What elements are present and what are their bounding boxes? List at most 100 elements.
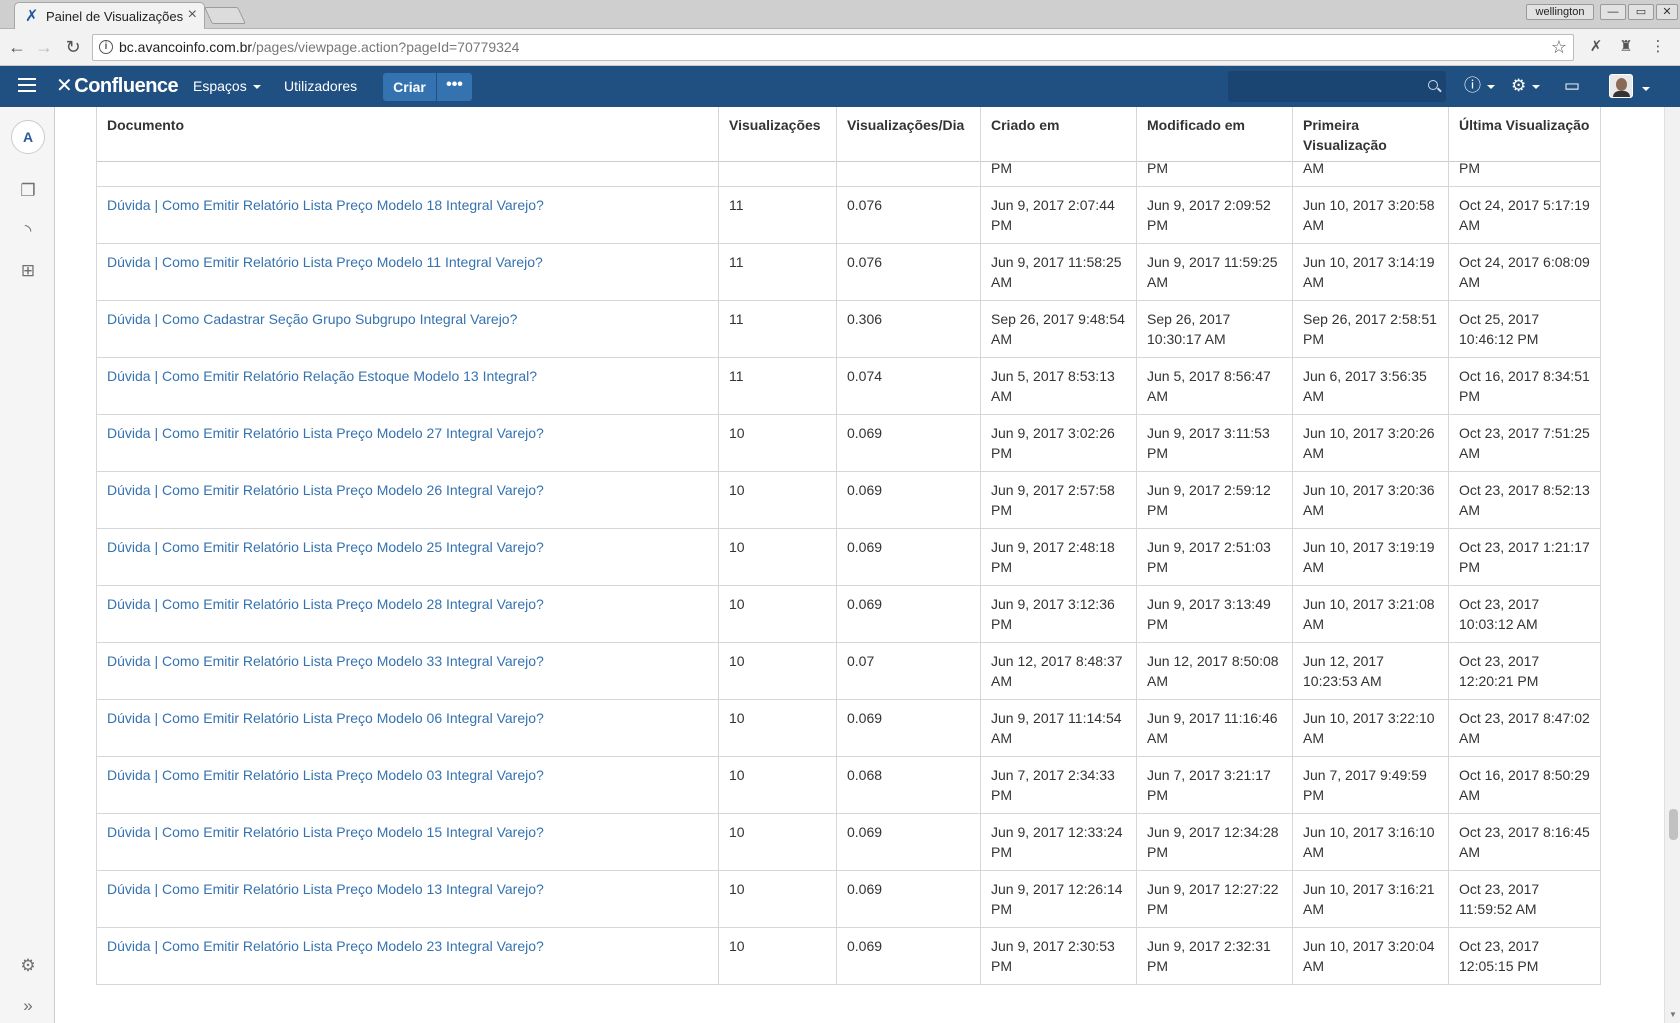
document-link[interactable]: Dúvida | Como Emitir Relatório Lista Pre… [107,197,544,213]
gear-icon: ⚙ [1511,76,1527,95]
settings-menu[interactable]: ⚙ [1511,76,1541,96]
chevron-down-icon [1487,84,1495,89]
cell-last-view: Oct 24, 2017 6:08:09 AM [1448,243,1601,301]
column-header-doc[interactable]: Documento [96,107,718,162]
minimize-button[interactable]: — [1600,4,1626,20]
confluence-logo[interactable]: ✕ Confluence [56,73,179,98]
new-tab-button[interactable] [204,7,246,24]
main-content: PMPMPMPMDúvida | Como Emitir Relatório L… [56,107,1664,1023]
reload-icon[interactable]: ↻ [62,36,84,58]
create-more-button[interactable]: ••• [437,73,472,101]
cell-created: Jun 9, 2017 3:12:36 PM [980,585,1137,643]
document-link[interactable]: Dúvida | Como Emitir Relatório Lista Pre… [107,596,544,612]
document-link[interactable]: Dúvida | Como Emitir Relatório Lista Pre… [107,539,544,555]
scroll-down-arrow-icon[interactable]: ▼ [1669,1010,1677,1019]
cell-modified: Jun 9, 2017 12:34:28 PM [1136,813,1293,871]
nav-users[interactable]: Utilizadores [284,78,357,94]
document-link[interactable]: Dúvida | Como Emitir Relatório Lista Pre… [107,767,544,783]
pages-icon[interactable]: ❐ [17,180,39,202]
avatar[interactable] [1609,74,1633,98]
cell-views: 10 [718,699,837,757]
document-link[interactable]: Dúvida | Como Emitir Relatório Lista Pre… [107,254,543,270]
column-header-modified[interactable]: Modificado em [1136,107,1292,162]
inbox-icon: ▭ [1564,76,1581,95]
cell-last-view: Oct 23, 2017 8:16:45 AM [1448,813,1601,871]
confluence-favicon-icon: ✗ [25,8,39,25]
cell-created: Jun 12, 2017 8:48:37 AM [980,642,1137,700]
cell-views-per-day: 0.069 [836,927,981,985]
cell-views: 10 [718,756,837,814]
document-link[interactable]: Dúvida | Como Emitir Relatório Lista Pre… [107,482,544,498]
nav-spaces[interactable]: Espaços [193,78,261,94]
browser-menu-icon[interactable]: ⋮ [1648,37,1668,57]
cell-views-per-day: 0.068 [836,756,981,814]
cell-modified: Jun 9, 2017 12:27:22 PM [1136,870,1293,928]
confluence-header: ✕ Confluence Espaços Utilizadores Criar •… [0,66,1680,107]
close-window-button[interactable]: ✕ [1656,4,1678,20]
browser-tab-bar: ✗ Painel de Visualizações × wellington —… [0,0,1680,30]
scrollbar-thumb[interactable] [1669,809,1678,840]
tab-close-icon[interactable]: × [188,7,197,23]
document-link[interactable]: Dúvida | Como Cadastrar Seção Grupo Subg… [107,311,517,327]
cell-last-view: Oct 23, 2017 11:59:52 AM [1448,870,1601,928]
profile-menu[interactable] [1636,78,1650,98]
page-scrollbar[interactable]: ▼ [1664,107,1680,1023]
cell-created: Jun 5, 2017 8:53:13 AM [980,357,1137,415]
cell-views-per-day: 0.069 [836,699,981,757]
cell-first-view: Jun 10, 2017 3:21:08 AM [1292,585,1449,643]
forward-arrow-icon[interactable]: → [33,36,55,58]
cell-last-view: Oct 23, 2017 12:20:21 PM [1448,642,1601,700]
cell-first-view: Jun 10, 2017 3:20:04 AM [1292,927,1449,985]
back-arrow-icon[interactable]: ← [6,36,28,58]
table-row: Dúvida | Como Emitir Relatório Lista Pre… [96,243,1601,301]
help-icon: ⓘ [1464,76,1481,95]
browser-tab[interactable]: ✗ Painel de Visualizações × [14,2,205,30]
column-header-created[interactable]: Criado em [980,107,1136,162]
cell-doc: Dúvida | Como Cadastrar Seção Grupo Subg… [96,300,719,358]
cell-last-view: Oct 23, 2017 8:52:13 AM [1448,471,1601,529]
url-input[interactable]: i bc.avancoinfo.com.br/pages/viewpage.ac… [92,34,1574,61]
cell-created: Jun 9, 2017 3:02:26 PM [980,414,1137,472]
bookmark-star-icon[interactable]: ☆ [1551,37,1567,58]
column-header-views[interactable]: Visualizações [718,107,836,162]
column-header-views-per-day[interactable]: Visualizações/Dia [836,107,980,162]
cell-modified: Sep 26, 2017 10:30:17 AM [1136,300,1293,358]
column-header-last-view[interactable]: Última Visualização [1448,107,1600,162]
table-row: Dúvida | Como Emitir Relatório Lista Pre… [96,756,1601,814]
browser-profile-button[interactable]: wellington [1526,4,1594,20]
create-button[interactable]: Criar [383,73,436,101]
expand-sidebar-icon[interactable]: » [17,995,39,1017]
extension-icon[interactable]: ✗ [1586,37,1606,57]
space-logo[interactable]: A [11,120,45,154]
hamburger-menu-icon[interactable] [18,78,36,94]
document-link[interactable]: Dúvida | Como Emitir Relatório Lista Pre… [107,881,544,897]
document-link[interactable]: Dúvida | Como Emitir Relatório Lista Pre… [107,710,544,726]
document-link[interactable]: Dúvida | Como Emitir Relatório Lista Pre… [107,938,544,954]
extension-badge-icon[interactable]: ♜ [1616,37,1636,57]
notifications-button[interactable]: ▭ [1564,76,1580,96]
cell-last-view: Oct 16, 2017 8:34:51 PM [1448,357,1601,415]
cell-doc: Dúvida | Como Emitir Relatório Lista Pre… [96,243,719,301]
cell-doc: Dúvida | Como Emitir Relatório Relação E… [96,357,719,415]
document-link[interactable]: Dúvida | Como Emitir Relatório Relação E… [107,368,537,384]
cell-first-view: Jun 10, 2017 3:16:10 AM [1292,813,1449,871]
rss-feed-icon[interactable]: ◝ [17,220,39,242]
space-sidebar: A ❐ ◝ ⊞ ⚙ » [0,107,55,1023]
cell-modified: Jun 9, 2017 2:51:03 PM [1136,528,1293,586]
cell-last-view: Oct 24, 2017 5:17:19 AM [1448,186,1601,244]
space-settings-gear-icon[interactable]: ⚙ [17,955,39,977]
cell-created: Jun 9, 2017 2:48:18 PM [980,528,1137,586]
document-link[interactable]: Dúvida | Como Emitir Relatório Lista Pre… [107,824,544,840]
search-input[interactable] [1228,71,1446,102]
chevron-down-icon [252,85,261,90]
site-info-icon[interactable]: i [99,40,113,54]
help-menu[interactable]: ⓘ [1464,76,1495,96]
document-link[interactable]: Dúvida | Como Emitir Relatório Lista Pre… [107,425,544,441]
page-tree-icon[interactable]: ⊞ [17,260,39,282]
cell-created: Jun 9, 2017 2:07:44 PM [980,186,1137,244]
cell-modified: Jun 9, 2017 2:59:12 PM [1136,471,1293,529]
document-link[interactable]: Dúvida | Como Emitir Relatório Lista Pre… [107,653,544,669]
column-header-first-view[interactable]: Primeira Visualização [1292,107,1448,162]
restore-button[interactable]: ▭ [1628,4,1654,20]
cell-views-per-day: 0.069 [836,870,981,928]
